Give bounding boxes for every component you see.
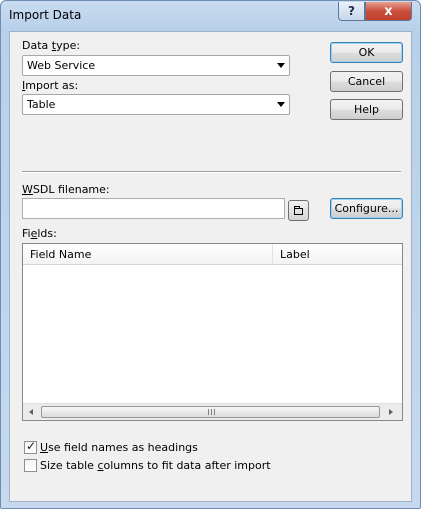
scroll-right-icon[interactable] — [389, 409, 393, 415]
fields-list[interactable]: Field Name Label — [22, 243, 403, 421]
browse-button[interactable] — [288, 200, 309, 221]
data-type-label: Data type: — [22, 39, 81, 52]
use-field-names-label[interactable]: Use field names as headings — [40, 441, 198, 454]
help-button[interactable]: Help — [330, 99, 403, 120]
size-columns-checkbox[interactable] — [24, 459, 37, 472]
data-type-value: Web Service — [27, 59, 96, 72]
scroll-left-icon[interactable] — [29, 409, 33, 415]
fields-label: Fields: — [22, 227, 57, 240]
import-as-select[interactable]: Table — [22, 94, 290, 115]
grip-icon — [208, 409, 215, 415]
import-data-dialog: Import Data ? x Data type: Web Service I… — [0, 0, 421, 509]
title-bar[interactable]: Import Data ? x — [1, 1, 420, 31]
dialog-body: Data type: Web Service Import as: Table … — [9, 31, 412, 502]
wsdl-filename-label: WSDL filename: — [22, 183, 110, 196]
size-columns-label[interactable]: Size table columns to fit data after imp… — [40, 459, 271, 472]
close-icon[interactable]: x — [365, 2, 412, 21]
ok-button[interactable]: OK — [330, 42, 403, 63]
cancel-button[interactable]: Cancel — [330, 71, 403, 92]
scrollbar-thumb[interactable] — [41, 406, 380, 418]
chevron-down-icon — [277, 102, 285, 107]
folder-icon — [294, 205, 303, 215]
wsdl-filename-input[interactable] — [22, 198, 285, 219]
import-as-value: Table — [27, 98, 56, 111]
separator — [22, 171, 401, 173]
import-as-label: Import as: — [22, 79, 79, 92]
column-header-label[interactable]: Label — [273, 244, 402, 265]
help-question-icon[interactable]: ? — [338, 2, 365, 21]
use-field-names-checkbox[interactable] — [24, 439, 37, 454]
configure-button[interactable]: Configure... — [330, 198, 403, 219]
window-title: Import Data — [9, 8, 82, 22]
chevron-down-icon — [277, 63, 285, 68]
horizontal-scrollbar[interactable] — [23, 403, 402, 420]
column-header-field-name[interactable]: Field Name — [23, 244, 273, 265]
data-type-select[interactable]: Web Service — [22, 55, 290, 76]
